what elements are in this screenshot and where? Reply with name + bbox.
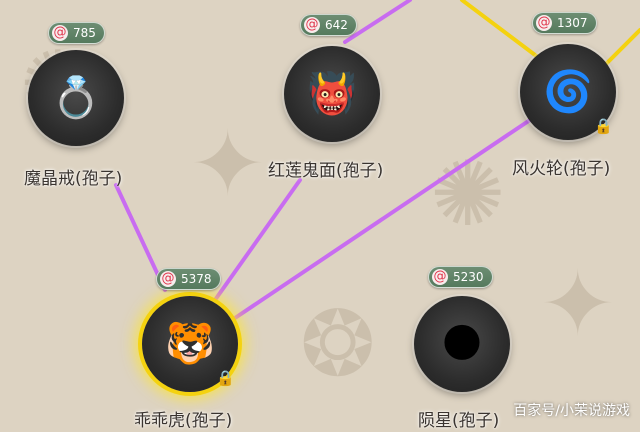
node-label: 魔晶戒(孢子)	[24, 169, 123, 189]
cost-value: 5230	[453, 270, 484, 284]
skill-node-magic-crystal-ring[interactable]: 💍	[28, 50, 124, 146]
skill-node-meteor[interactable]: 🌑	[414, 296, 510, 392]
swirl-currency-icon: @	[160, 271, 176, 287]
cost-value: 642	[325, 18, 348, 32]
cost-value: 1307	[557, 16, 588, 30]
skill-node-red-lotus-mask[interactable]: 👹	[284, 46, 380, 142]
ring-icon: 💍	[51, 75, 101, 121]
cost-badge: @ 5378	[156, 268, 221, 290]
swirl-currency-icon: @	[304, 17, 320, 33]
demon-mask-icon: 👹	[307, 71, 357, 117]
node-label: 风火轮(孢子)	[512, 159, 611, 179]
fire-wheel-icon: 🌀	[543, 69, 593, 115]
skill-tree-board: ✺ ✦ ✺ ❂ ✦ 💍 @ 785 魔晶戒(孢子) 👹 @ 642 红莲鬼面(孢…	[0, 0, 640, 432]
node-label: 红莲鬼面(孢子)	[268, 161, 384, 181]
cost-value: 785	[73, 26, 96, 40]
watermark: 百家号/小茉说游戏	[513, 403, 630, 419]
link-line	[233, 118, 532, 320]
cost-badge: @ 5230	[428, 266, 493, 288]
swirl-currency-icon: @	[432, 269, 448, 285]
node-label: 陨星(孢子)	[418, 411, 500, 431]
skill-node-guai-guai-tiger[interactable]: 🐯 🔒	[142, 296, 238, 392]
cost-value: 5378	[181, 272, 212, 286]
meteor-orb-icon: 🌑	[441, 321, 483, 367]
swirl-currency-icon: @	[52, 25, 68, 41]
lock-icon: 🔒	[216, 369, 235, 387]
skill-node-wind-fire-wheel[interactable]: 🌀 🔒	[520, 44, 616, 140]
cost-badge: @ 785	[48, 22, 105, 44]
swirl-currency-icon: @	[536, 15, 552, 31]
cost-badge: @ 642	[300, 14, 357, 36]
lock-icon: 🔒	[594, 117, 613, 135]
tiger-icon: 🐯	[165, 321, 215, 367]
cost-badge: @ 1307	[532, 12, 597, 34]
node-label: 乖乖虎(孢子)	[134, 411, 233, 431]
